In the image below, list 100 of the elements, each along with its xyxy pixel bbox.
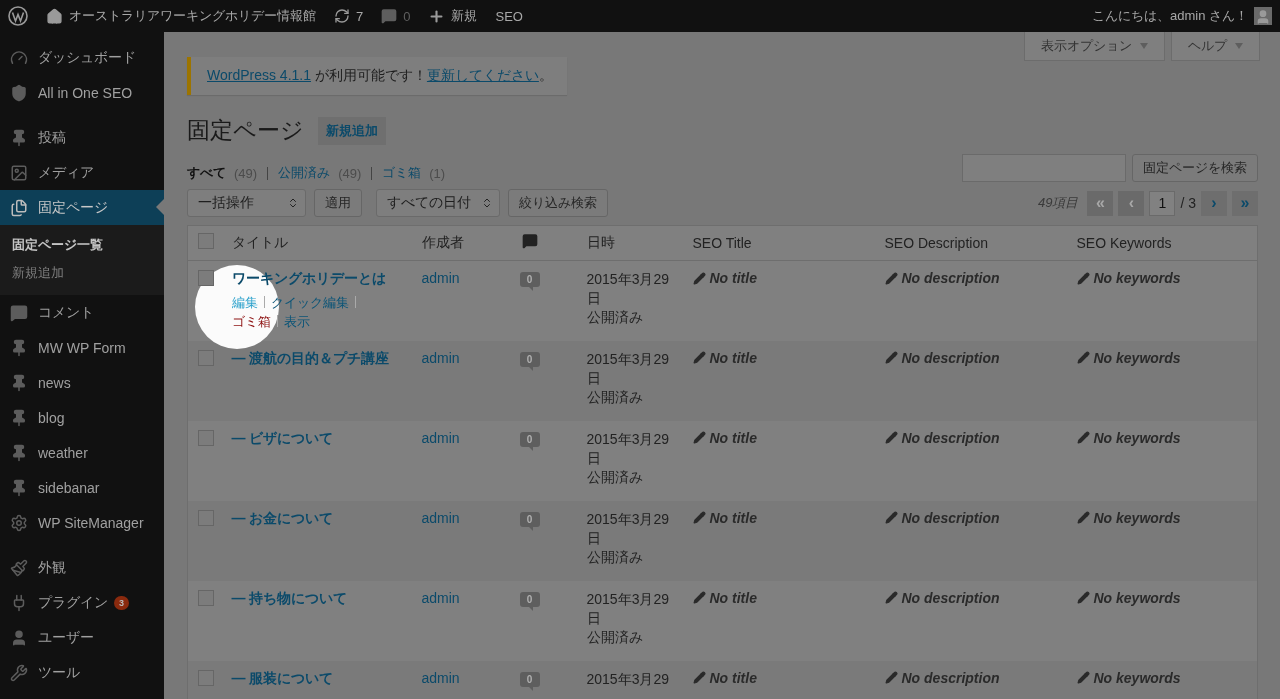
shield-icon [10,83,28,102]
seo-value[interactable]: No description [901,509,1000,526]
row-action-link[interactable]: 表示 [283,314,310,329]
pencil-icon [884,271,898,285]
page-title-link[interactable]: ワーキングホリデーとは [231,270,406,288]
site-name-link[interactable]: オーストラリアワーキングホリデー情報館 [69,7,316,25]
seo-value[interactable]: No keywords [1093,589,1181,606]
column-header[interactable]: SEO Title [692,234,752,251]
sidebar-item[interactable]: sidebanar [0,470,164,505]
row-action-link[interactable]: クイック編集 [270,295,349,310]
comment-icon [381,8,398,24]
column-header[interactable]: SEO Keywords [1076,234,1172,251]
notice-link[interactable]: WordPress 4.1.1 [207,67,311,83]
add-new-button[interactable]: 新規追加 [318,116,386,145]
author-link[interactable]: admin [421,669,460,686]
seo-value[interactable]: No description [901,349,1000,366]
page-title-link[interactable]: — 渡航の目的＆プチ講座 [231,349,406,368]
sidebar-item[interactable]: ダッシュボード [0,40,164,75]
row-checkbox[interactable] [198,589,214,606]
sidebar-item[interactable]: 固定ページ [0,190,164,225]
author-link[interactable]: admin [421,349,460,366]
comments-count[interactable]: 0 [403,8,411,24]
seo-value[interactable]: No keywords [1093,349,1181,366]
sidebar-item[interactable]: news [0,365,164,400]
seo-value[interactable]: No title [709,669,757,686]
author-link[interactable]: admin [421,270,460,286]
column-header[interactable]: SEO Description [884,234,988,251]
media-icon [10,163,28,182]
sidebar-label: 外観 [38,558,66,577]
pencil-icon [692,351,706,364]
seo-value[interactable]: No description [901,669,1000,686]
updates-count[interactable]: 7 [356,8,364,24]
author-link[interactable]: admin [421,509,460,526]
sidebar-item[interactable]: プラグイン 3 [0,585,164,620]
page-number-field[interactable]: 1 [1149,190,1176,216]
avatar-icon[interactable] [1254,7,1272,25]
comment-icon[interactable] [521,233,538,249]
seo-value[interactable]: No title [709,429,757,446]
seo-value[interactable]: No description [901,270,1000,286]
page-title-link[interactable]: — 服装について [231,669,406,688]
seo-value[interactable]: No keywords [1093,270,1181,286]
sidebar-item[interactable]: ユーザー [0,620,164,655]
row-action-link[interactable]: 編集 [231,295,258,310]
screen-meta-tab[interactable]: ヘルプ [1171,32,1260,61]
seo-value[interactable]: No title [709,589,757,606]
pencil-icon [1076,591,1090,604]
seo-value[interactable]: No keywords [1093,429,1181,446]
column-header[interactable]: タイトル [231,233,288,250]
seo-link[interactable]: SEO [495,8,523,24]
trash-link[interactable]: ゴミ箱 [231,314,271,329]
page-title-link[interactable]: — お金について [231,509,406,528]
select-arrows-icon [481,197,493,209]
seo-value[interactable]: No keywords [1093,669,1181,686]
page-nav-button[interactable]: » [1232,190,1258,216]
status-filter-link[interactable]: 公開済み [278,164,331,182]
seo-value[interactable]: No description [901,429,1000,446]
seo-value[interactable]: No title [709,349,757,366]
sidebar-item[interactable]: blog [0,400,164,435]
column-header[interactable]: 作成者 [421,233,464,250]
bulk-action-select[interactable]: 一括操作 [187,189,306,217]
greeting-link[interactable]: こんにちは、admin さん！ [1091,7,1248,25]
sidebar-item[interactable]: 投稿 [0,120,164,155]
new-link[interactable]: 新規 [451,7,478,25]
apply-button[interactable]: 適用 [314,189,362,217]
select-all-checkbox[interactable] [198,233,214,249]
seo-value[interactable]: No keywords [1093,509,1181,526]
seo-value[interactable]: No description [901,589,1000,606]
filter-button[interactable]: 絞り込み検索 [508,189,608,217]
sidebar-item[interactable]: 外観 [0,550,164,585]
sidebar-item[interactable]: weather [0,435,164,470]
date-select[interactable]: すべての日付 [376,189,500,217]
seo-value[interactable]: No title [709,509,757,526]
sidebar-label: blog [38,409,65,426]
wordpress-logo-icon[interactable] [8,6,28,26]
sidebar-item[interactable]: コメント [0,295,164,330]
status-filter-link[interactable]: すべて [187,164,226,182]
author-link[interactable]: admin [421,589,460,606]
status-filter-link[interactable]: ゴミ箱 [382,164,422,182]
page-title-link[interactable]: — 持ち物について [231,589,406,608]
search-button[interactable]: 固定ページを検索 [1132,154,1258,182]
page-nav-button[interactable]: › [1201,190,1227,216]
row-checkbox[interactable] [198,270,214,286]
notice-link[interactable]: 更新してください [426,67,539,83]
column-header[interactable]: 日時 [586,233,615,250]
submenu-item[interactable]: 固定ページ一覧 [0,231,164,259]
seo-value[interactable]: No title [709,270,757,286]
author-link[interactable]: admin [421,429,460,446]
pencil-icon [1076,351,1090,364]
page-title-link[interactable]: — ビザについて [231,429,406,448]
sidebar-item[interactable]: All in One SEO [0,75,164,110]
row-checkbox[interactable] [198,429,214,446]
sidebar-item[interactable]: WP SiteManager [0,505,164,540]
sidebar-item[interactable]: メディア [0,155,164,190]
submenu-item[interactable]: 新規追加 [0,259,164,287]
screen-meta-tab[interactable]: 表示オプション [1024,32,1165,61]
sidebar-label: MW WP Form [38,339,126,356]
brush-icon [10,558,28,577]
sidebar-label: ユーザー [38,628,94,647]
sidebar-item[interactable]: ツール [0,655,164,690]
sidebar-item[interactable]: MW WP Form [0,330,164,365]
